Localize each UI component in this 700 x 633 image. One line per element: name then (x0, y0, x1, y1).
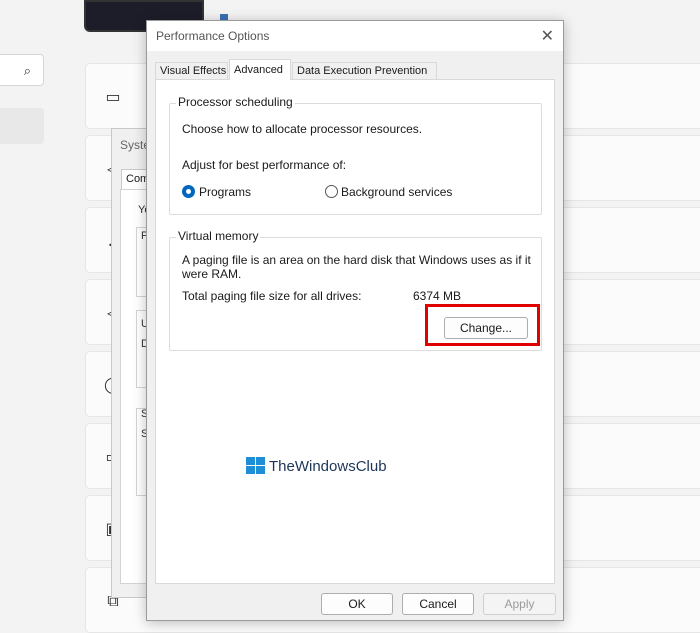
total-paging-value: 6374 MB (413, 289, 462, 303)
watermark: TheWindowsClub (246, 457, 387, 475)
performance-options-dialog: Performance Options ✕ Visual Effects Adv… (146, 20, 564, 621)
total-paging-label: Total paging file size for all drives: (182, 289, 362, 303)
tab-visual-effects[interactable]: Visual Effects (155, 62, 228, 80)
title-bar[interactable]: Performance Options ✕ (147, 21, 563, 51)
virtual-memory-description-line2: were RAM. (182, 267, 242, 281)
watermark-text: TheWindowsClub (269, 457, 387, 475)
change-button-highlight (425, 304, 540, 346)
search-icon: ⌕ (23, 63, 31, 78)
background-services-radio[interactable] (325, 185, 338, 198)
close-icon[interactable]: ✕ (541, 26, 554, 45)
processor-scheduling-legend: Processor scheduling (176, 95, 295, 109)
tab-advanced[interactable]: Advanced (229, 59, 291, 80)
laptop-icon: ▭ (105, 87, 121, 106)
background-services-label[interactable]: Background services (341, 185, 452, 199)
programs-radio[interactable] (182, 185, 195, 198)
settings-search-box[interactable]: ⌕ (0, 54, 44, 86)
windows-logo-icon (246, 457, 266, 475)
ok-button[interactable]: OK (321, 593, 393, 615)
adjust-label: Adjust for best performance of: (182, 158, 347, 172)
tab-data-execution-prevention[interactable]: Data Execution Prevention (292, 62, 437, 80)
cancel-button[interactable]: Cancel (402, 593, 474, 615)
processor-description: Choose how to allocate processor resourc… (182, 122, 423, 136)
virtual-memory-legend: Virtual memory (176, 229, 261, 243)
nav-selected-item[interactable] (0, 108, 44, 144)
programs-label[interactable]: Programs (199, 185, 251, 199)
apply-button[interactable]: Apply (483, 593, 556, 615)
dialog-title: Performance Options (156, 29, 270, 43)
virtual-memory-description-line1: A paging file is an area on the hard dis… (182, 253, 531, 267)
processor-scheduling-group: Processor scheduling Choose how to alloc… (169, 95, 542, 215)
